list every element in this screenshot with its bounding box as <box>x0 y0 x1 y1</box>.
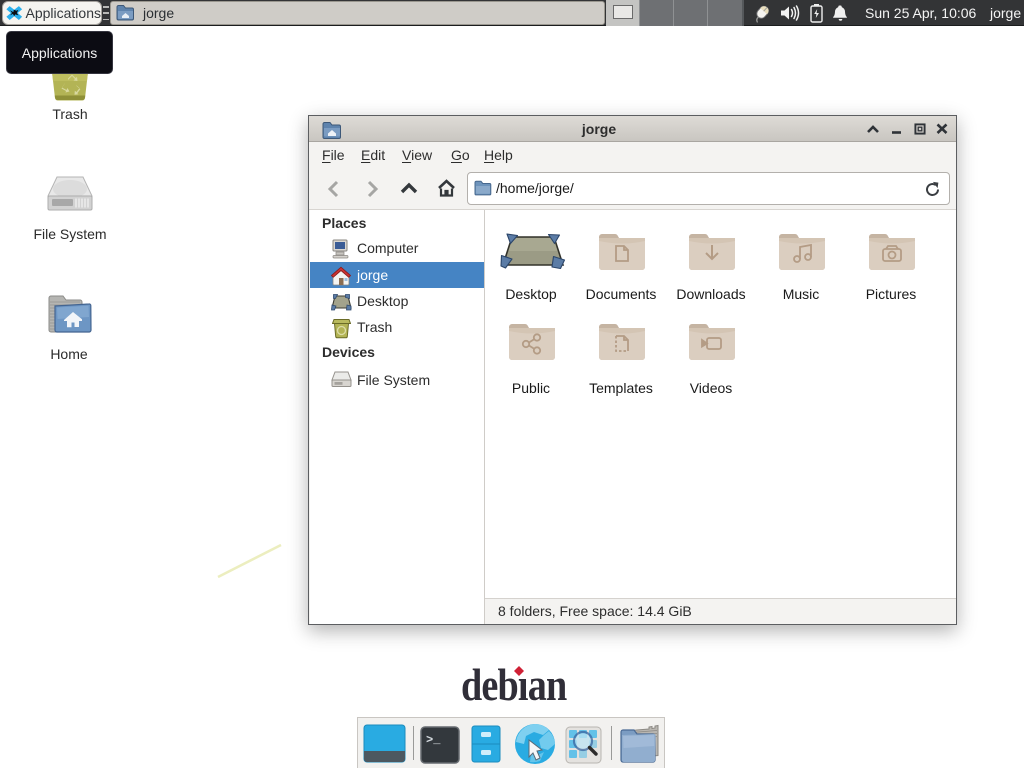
svg-text:>_: >_ <box>426 733 441 747</box>
